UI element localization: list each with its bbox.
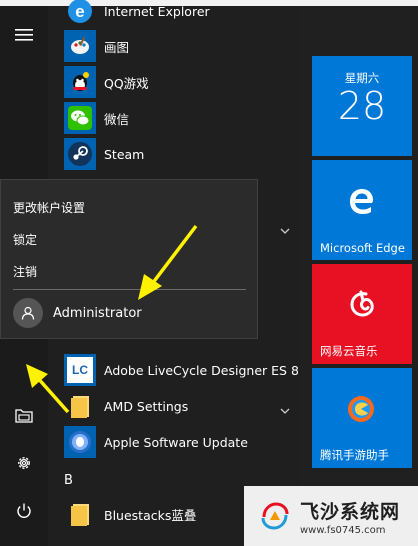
chevron-down-icon	[280, 219, 290, 238]
app-label: Internet Explorer	[104, 3, 210, 19]
calendar-date: 28	[337, 84, 387, 128]
folder-icon	[64, 498, 96, 530]
paint-icon	[64, 30, 96, 62]
edge-icon	[350, 189, 373, 214]
calendar-tile[interactable]: 星期六 28	[312, 56, 412, 156]
chevron-down-icon[interactable]	[280, 399, 290, 418]
app-item-apple-software-update[interactable]: Apple Software Update	[64, 425, 300, 459]
app-item-wechat[interactable]: 微信	[64, 101, 300, 135]
app-item-steam[interactable]: Steam	[64, 137, 300, 171]
user-avatar-icon	[13, 298, 43, 328]
change-account-settings-item[interactable]: 更改帐户设置	[13, 199, 85, 216]
watermark-name: 飞沙系统网	[300, 500, 401, 523]
power-icon	[17, 503, 31, 518]
tencent-assistant-tile[interactable]: 腾讯手游助手	[312, 368, 412, 468]
site-watermark: 飞沙系统网 www.fs0745.com	[244, 486, 418, 546]
steam-icon	[64, 138, 96, 170]
app-label: Apple Software Update	[104, 434, 248, 450]
user-account-item[interactable]: Administrator	[13, 297, 142, 329]
file-explorer-icon	[15, 409, 33, 423]
adobe-livecycle-icon: LC	[64, 354, 96, 386]
hamburger-menu-button[interactable]	[8, 19, 40, 51]
settings-button[interactable]	[8, 447, 40, 479]
app-item-amd-settings[interactable]: AMD Settings	[64, 389, 300, 423]
documents-button[interactable]	[8, 399, 40, 431]
user-name: Administrator	[53, 305, 142, 321]
app-label: 画图	[104, 39, 130, 55]
gear-icon	[18, 457, 30, 469]
hamburger-icon	[15, 29, 33, 41]
app-label: Adobe LiveCycle Designer ES 8.2	[104, 362, 300, 378]
app-label: QQ游戏	[104, 75, 149, 91]
flyout-divider	[13, 289, 246, 290]
power-button[interactable]	[8, 495, 40, 527]
qq-games-icon	[64, 66, 96, 98]
svg-text:e: e	[75, 2, 84, 21]
app-item-internet-explorer[interactable]: e Internet Explorer	[64, 0, 300, 28]
folder-icon	[64, 390, 96, 422]
app-item-adobe-livecycle[interactable]: LC Adobe LiveCycle Designer ES 8.2	[64, 353, 300, 387]
watermark-url: www.fs0745.com	[300, 524, 386, 536]
tile-label: 网易云音乐	[320, 344, 378, 358]
app-item-qq-games[interactable]: QQ游戏	[64, 65, 300, 99]
app-label: Steam	[104, 146, 145, 162]
lock-item[interactable]: 锁定	[13, 231, 37, 248]
netease-music-tile[interactable]: 网易云音乐	[312, 264, 412, 364]
sign-out-item[interactable]: 注销	[13, 263, 37, 280]
app-label: 微信	[104, 111, 130, 127]
internet-explorer-icon: e	[64, 0, 96, 27]
apple-update-icon	[64, 426, 96, 458]
section-header-b[interactable]: B	[64, 473, 73, 488]
app-item-paint[interactable]: 画图	[64, 29, 300, 63]
wechat-icon	[64, 102, 96, 134]
tile-area: 星期六 28 Microsoft Edge 网易云音乐 腾讯手游助手	[300, 6, 418, 546]
edge-tile[interactable]: Microsoft Edge	[312, 160, 412, 260]
netease-music-icon	[350, 290, 374, 317]
site-logo-icon	[261, 502, 289, 530]
app-label: AMD Settings	[104, 398, 189, 414]
tencent-assistant-icon	[348, 396, 374, 422]
app-label: Bluestacks蓝叠	[104, 507, 197, 523]
tile-label: Microsoft Edge	[320, 241, 405, 255]
account-flyout: 更改帐户设置 锁定 注销 Administrator	[0, 179, 258, 339]
tile-label: 腾讯手游助手	[320, 448, 389, 462]
